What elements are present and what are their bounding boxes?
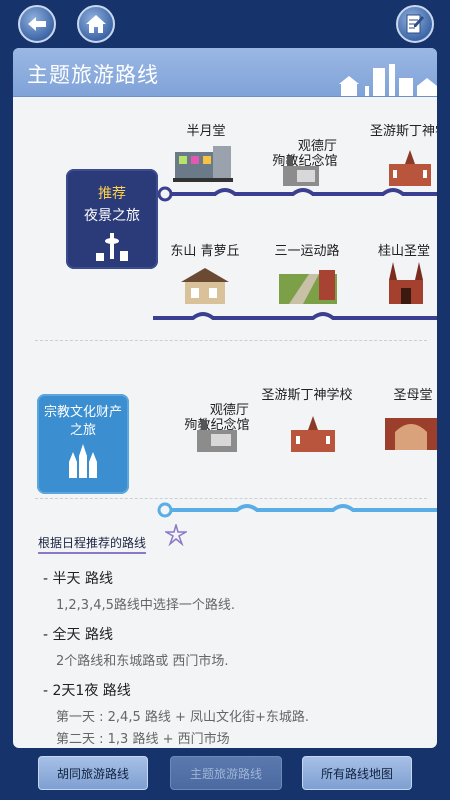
theme-tour-button[interactable]: 主题旅游路线: [170, 756, 282, 790]
tip-2days-desc: 第一天 : 2,4,5 路线 + 凤山文化街+东城路.: [56, 710, 310, 725]
night-tour-badge[interactable]: 推荐 夜景之旅: [66, 169, 158, 269]
back-arrow-icon: [28, 17, 46, 31]
home-icon: [86, 15, 106, 33]
religion-tour-route[interactable]: 宗教文化财产 之旅 观德厅 殉教纪念馆 圣游斯丁神学校 圣母堂: [13, 348, 437, 518]
tower-icon: [96, 233, 128, 261]
stop-label: 桂山圣堂: [377, 244, 430, 259]
all-routes-map-button[interactable]: 所有路线地图: [302, 756, 412, 790]
stop-seminary[interactable]: 圣游斯丁神学: [369, 124, 437, 139]
religion-tour-badge[interactable]: 宗教文化财产 之旅: [37, 394, 129, 494]
church-icon: [291, 416, 335, 452]
stop-label: 东山 青萝丘: [170, 244, 240, 259]
cathedral-icon: [389, 262, 423, 304]
stop-cheongna[interactable]: 东山 青萝丘: [165, 244, 245, 259]
tip-full-day-title: - 全天 路线: [43, 627, 113, 643]
tip-2days-desc2: 第二天 : 1,3 路线 + 西门市场: [56, 732, 230, 747]
stop-label: 圣游斯丁神学校: [261, 388, 353, 403]
night-tour-route[interactable]: 推荐 夜景之旅 半月堂 观德厅 殉教纪念馆 圣游斯丁神 东山 青萝丘 三一运动路…: [13, 96, 437, 336]
church-silhouette-icon: [69, 444, 97, 478]
route-line-1: [157, 186, 437, 202]
star-doodle-icon: [165, 524, 187, 546]
stairs-icon: [279, 270, 337, 304]
night-tour-title: 夜景之旅: [84, 208, 140, 224]
stop-label: 三一运动路: [274, 244, 340, 259]
back-button[interactable]: [18, 5, 56, 43]
museum-icon: [197, 420, 237, 452]
stop-seminary-2[interactable]: 圣游斯丁神学校: [257, 388, 357, 403]
divider: [35, 340, 427, 341]
top-bar: [0, 0, 450, 48]
recommend-tag: 推荐: [98, 186, 126, 202]
alley-tour-button[interactable]: 胡同旅游路线: [38, 756, 148, 790]
building-icon: [173, 146, 233, 182]
route-line-3: [157, 502, 437, 518]
tip-2days-title: - 2天1夜 路线: [43, 683, 131, 699]
house-icon: [181, 268, 229, 304]
stop-banwoldang[interactable]: 半月堂: [181, 124, 231, 139]
notepad-icon: [406, 14, 424, 34]
divider: [35, 498, 427, 499]
content-panel[interactable]: 主题旅游路线 推荐 夜景之旅 半月堂 观德厅 殉教纪念馆 圣游斯丁神 东山 青萝…: [13, 48, 437, 748]
stop-label: 圣游斯丁神学: [369, 124, 437, 139]
stop-3-1-road[interactable]: 三一运动路: [267, 244, 347, 259]
cathedral-arch-icon: [385, 418, 437, 450]
tip-half-day-desc: 1,2,3,4,5路线中选择一个路线.: [56, 598, 236, 613]
stop-label: 半月堂: [186, 124, 226, 139]
panel-header: 主题旅游路线: [13, 48, 437, 97]
museum-icon: [283, 156, 319, 186]
church-icon: [389, 150, 431, 186]
city-skyline-icon: [339, 64, 437, 96]
stop-label: 圣母堂: [393, 388, 433, 403]
stop-gyesan[interactable]: 桂山圣堂: [369, 244, 437, 259]
page-title: 主题旅游路线: [27, 63, 159, 87]
bottom-nav: 胡同旅游路线 主题旅游路线 所有路线地图: [0, 748, 450, 800]
tip-half-day-title: - 半天 路线: [43, 571, 113, 587]
memo-button[interactable]: [396, 5, 434, 43]
home-button[interactable]: [77, 5, 115, 43]
schedule-tip-title: 根据日程推荐的路线: [38, 534, 147, 554]
religion-tour-title: 宗教文化财产 之旅: [43, 405, 122, 438]
stop-seongmo[interactable]: 圣母堂: [389, 388, 437, 403]
tip-full-day-desc: 2个路线和东城路或 西门市场.: [56, 654, 229, 669]
route-line-2: [153, 312, 437, 320]
